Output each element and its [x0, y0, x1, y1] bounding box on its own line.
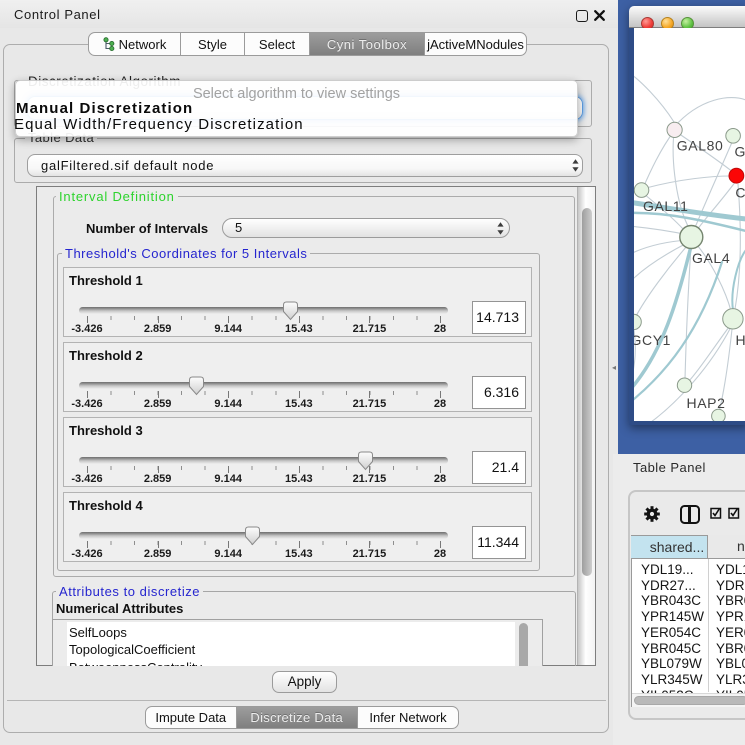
svg-text:GA: GA [735, 144, 745, 160]
svg-text:GAL80: GAL80 [677, 138, 724, 154]
svg-text:C: C [735, 185, 745, 201]
svg-text:H: H [736, 332, 745, 348]
svg-text:GCY1: GCY1 [631, 332, 672, 348]
svg-text:HAP2: HAP2 [687, 395, 726, 411]
svg-text:GAL4: GAL4 [692, 250, 730, 266]
svg-text:GAL11: GAL11 [643, 198, 689, 214]
